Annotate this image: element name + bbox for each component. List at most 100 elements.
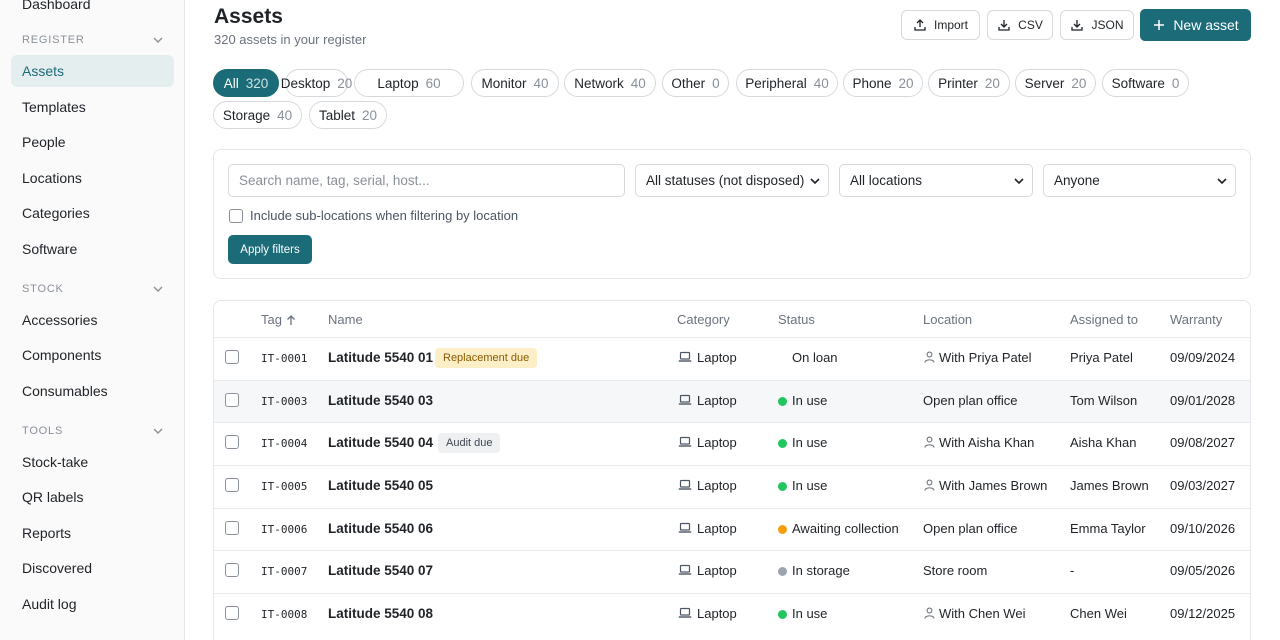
sidebar-item-assets[interactable]: Assets: [11, 55, 174, 87]
column-header-warranty[interactable]: Warranty: [1170, 312, 1222, 327]
sidebar-item-audit-log[interactable]: Audit log: [11, 588, 174, 620]
category-pill-software[interactable]: Software 0: [1102, 69, 1189, 97]
asset-name-link[interactable]: Latitude 5540 03: [328, 393, 433, 409]
assignee-select[interactable]: Anyone: [1043, 164, 1236, 197]
sidebar-item-templates[interactable]: Templates: [11, 91, 174, 123]
sidebar-section-title: TOOLS: [22, 425, 64, 437]
sidebar-section-register[interactable]: REGISTER: [22, 34, 164, 46]
sidebar-section-stock[interactable]: STOCK: [22, 283, 164, 295]
row-checkbox[interactable]: [225, 563, 239, 577]
asset-name-link[interactable]: Latitude 5540 08: [328, 606, 433, 622]
new-asset-label: New asset: [1173, 17, 1239, 33]
asset-name-link[interactable]: Latitude 5540 04: [328, 435, 433, 451]
category-pill-other[interactable]: Other 0: [662, 69, 729, 97]
sidebar-item-qr-labels[interactable]: QR labels: [11, 481, 174, 513]
row-checkbox[interactable]: [225, 435, 239, 449]
row-checkbox[interactable]: [225, 521, 239, 535]
location-cell: With Priya Patel: [939, 350, 1032, 365]
category-pill-laptop[interactable]: Laptop 60: [354, 69, 464, 97]
sidebar-item-people[interactable]: People: [11, 126, 174, 158]
status-dot: [778, 525, 787, 534]
assigned-to-cell: Tom Wilson: [1070, 393, 1138, 408]
asset-tag: IT-0003: [261, 395, 308, 408]
column-header-name[interactable]: Name: [328, 312, 363, 327]
category-pill-printer[interactable]: Printer 20: [928, 69, 1010, 97]
sublocations-checkbox[interactable]: [229, 209, 243, 223]
category-pill-storage[interactable]: Storage 40: [213, 101, 302, 129]
row-checkbox[interactable]: [225, 393, 239, 407]
sidebar-section-tools[interactable]: TOOLS: [22, 425, 164, 437]
download-icon: [998, 20, 1010, 31]
row-checkbox[interactable]: [225, 606, 239, 620]
arrow-up-icon: [287, 314, 295, 325]
asset-name-link[interactable]: Latitude 5540 05: [328, 478, 433, 494]
category-cell: Laptop: [697, 435, 737, 450]
pill-label: Network: [574, 75, 624, 91]
column-header-assigned-to[interactable]: Assigned to: [1070, 312, 1138, 327]
laptop-icon: [678, 522, 692, 533]
column-header-location[interactable]: Location: [923, 312, 972, 327]
category-pill-server[interactable]: Server 20: [1015, 69, 1096, 97]
pill-count: 40: [630, 75, 646, 91]
sidebar-item-locations[interactable]: Locations: [11, 162, 174, 194]
laptop-icon: [678, 479, 692, 490]
laptop-icon: [678, 351, 692, 362]
status-select[interactable]: All statuses (not disposed): [635, 164, 829, 197]
pill-label: Server: [1024, 75, 1065, 91]
column-header-status[interactable]: Status: [778, 312, 815, 327]
warranty-cell: 09/10/2026: [1170, 521, 1236, 536]
row-checkbox[interactable]: [225, 478, 239, 492]
location-cell: With Chen Wei: [939, 606, 1026, 621]
sidebar-item-consumables[interactable]: Consumables: [11, 375, 174, 407]
asset-name-link[interactable]: Latitude 5540 06: [328, 521, 433, 537]
laptop-icon: [678, 564, 692, 575]
location-cell: With James Brown: [939, 478, 1048, 493]
location-select[interactable]: All locations: [839, 164, 1033, 197]
import-button[interactable]: Import: [901, 10, 980, 40]
chevron-down-icon: [1014, 178, 1024, 185]
person-icon: [924, 479, 935, 491]
page-title: Assets: [214, 5, 283, 28]
location-cell: Open plan office: [923, 393, 1018, 408]
sidebar-item-reports[interactable]: Reports: [11, 517, 174, 549]
sidebar-item-dashboard[interactable]: Dashboard: [11, 0, 174, 20]
asset-tag: IT-0006: [261, 523, 308, 536]
category-pill-all[interactable]: All 320: [213, 69, 279, 97]
sidebar-item-software[interactable]: Software: [11, 233, 174, 265]
asset-name-link[interactable]: Latitude 5540 07: [328, 563, 433, 579]
sidebar-item-accessories[interactable]: Accessories: [11, 304, 174, 336]
assigned-to-cell: James Brown: [1070, 478, 1149, 493]
chevron-down-icon: [153, 286, 163, 292]
category-pill-network[interactable]: Network 40: [564, 69, 656, 97]
sidebar-item-categories[interactable]: Categories: [11, 197, 174, 229]
pill-label: Printer: [938, 75, 978, 91]
assigned-to-cell: Chen Wei: [1070, 606, 1127, 621]
replacement-badge: Replacement due: [435, 348, 538, 368]
status-dot: [778, 567, 787, 576]
search-input[interactable]: Search name, tag, serial, host...: [228, 164, 625, 197]
csv-export-button[interactable]: CSV: [987, 10, 1053, 40]
chevron-down-icon: [153, 428, 163, 434]
category-pill-monitor[interactable]: Monitor 40: [471, 69, 559, 97]
apply-filters-button[interactable]: Apply filters: [228, 235, 312, 264]
json-export-button[interactable]: JSON: [1060, 10, 1134, 40]
pill-count: 20: [984, 75, 1000, 91]
new-asset-button[interactable]: New asset: [1140, 9, 1251, 41]
category-pill-tablet[interactable]: Tablet 20: [309, 101, 387, 129]
sidebar-item-discovered[interactable]: Discovered: [11, 552, 174, 584]
status-cell: In storage: [792, 563, 850, 578]
column-header-category[interactable]: Category: [677, 312, 730, 327]
asset-tag: IT-0007: [261, 565, 308, 578]
chevron-down-icon: [153, 37, 163, 43]
asset-name-link[interactable]: Latitude 5540 01: [328, 350, 433, 366]
status-cell: On loan: [792, 350, 838, 365]
assigned-to-cell: Priya Patel: [1070, 350, 1133, 365]
sidebar-item-stock-take[interactable]: Stock-take: [11, 446, 174, 478]
row-checkbox[interactable]: [225, 350, 239, 364]
category-pill-desktop[interactable]: Desktop 20: [281, 69, 352, 97]
category-pill-phone[interactable]: Phone 20: [843, 69, 923, 97]
sidebar-item-components[interactable]: Components: [11, 339, 174, 371]
sidebar: Dashboard REGISTER Assets Templates Peop…: [0, 0, 185, 640]
category-pill-peripheral[interactable]: Peripheral 40: [736, 69, 838, 97]
column-header-tag[interactable]: Tag: [261, 312, 296, 327]
